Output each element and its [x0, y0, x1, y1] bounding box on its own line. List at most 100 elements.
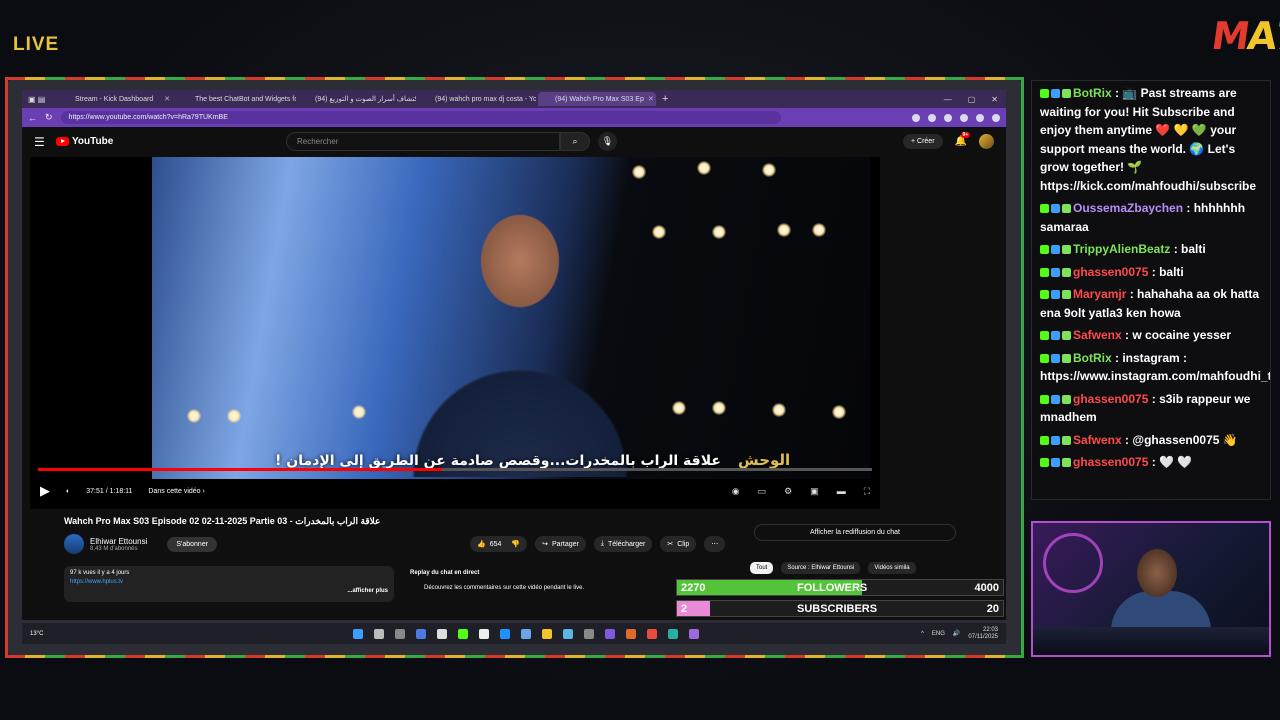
url-field[interactable]: https://www.youtube.com/watch?v=hRa79TUK… [60, 111, 781, 124]
more-actions-icon[interactable]: ⋯ [704, 536, 726, 552]
tab-2[interactable]: (94) إكتشاف أسرار الصوت و التوزيع✕ [298, 92, 416, 106]
close-icon[interactable]: ✕ [991, 95, 998, 104]
chat-username[interactable]: Maryamjr [1073, 287, 1126, 301]
tab-close-icon[interactable]: ✕ [648, 95, 654, 103]
replay-title: Replay du chat en direct [410, 570, 480, 576]
clock[interactable]: 22:03 07/11/2025 [968, 627, 998, 641]
app-icon[interactable] [479, 628, 490, 639]
app-icon[interactable] [626, 628, 637, 639]
studio-desk [1033, 627, 1269, 655]
chat-username[interactable]: Safwenx [1073, 328, 1122, 342]
tab-1[interactable]: The best ChatBot and Widgets fo✕ [178, 92, 296, 106]
search-icon[interactable]: ⌕ [560, 132, 590, 151]
filter-chip[interactable]: Vidéos simila [868, 562, 916, 574]
chat-username[interactable]: ghassen0075 [1073, 392, 1148, 406]
chat-username[interactable]: Safwenx [1073, 433, 1122, 447]
extension-icon[interactable] [960, 113, 968, 122]
show-more-link[interactable]: ...afficher plus [70, 587, 388, 596]
folder-icon[interactable] [542, 628, 553, 639]
chat-username[interactable]: BotRix [1073, 351, 1112, 365]
app-icon[interactable] [689, 628, 700, 639]
autoplay-toggle-icon[interactable]: ◉ [732, 486, 740, 497]
tray-chevron-icon[interactable]: ^ [921, 631, 924, 637]
avatar[interactable] [979, 134, 994, 149]
profile-icon[interactable] [992, 113, 1000, 122]
video-progress[interactable] [38, 468, 872, 471]
extension-icon[interactable] [944, 113, 952, 122]
thumbs-down-icon[interactable]: 👎 [511, 540, 520, 548]
tab-actions-icon[interactable]: ▣ ▤ [28, 95, 56, 104]
refresh-icon[interactable]: ↻ [45, 112, 53, 123]
app-icon[interactable] [668, 628, 679, 639]
youtube-logo[interactable]: YouTube [56, 136, 286, 147]
app-icon[interactable] [416, 628, 427, 639]
app-icon[interactable] [458, 628, 469, 639]
notifications-icon[interactable]: 🔔 9+ [955, 132, 971, 147]
filter-chip[interactable]: Tout [750, 562, 774, 574]
video-player[interactable]: علاقة الراب بالمخدرات...وقصص صادمة عن ال… [30, 157, 880, 509]
back-icon[interactable]: ← [28, 113, 37, 123]
chapter-button[interactable]: Dans cette vidéo › [148, 488, 204, 495]
description-link[interactable]: https://www.hplus.tv [70, 579, 123, 585]
channel-name[interactable]: Elhiwar Ettounsi [90, 537, 147, 546]
tab-0[interactable]: Stream - Kick Dashboard ✕ [58, 92, 176, 106]
app-icon[interactable] [584, 628, 595, 639]
app-icon[interactable] [563, 628, 574, 639]
download-button[interactable]: ⤓ Télécharger [593, 536, 653, 552]
badge-icon [1062, 435, 1071, 445]
followers-current: 2270 [681, 582, 706, 594]
start-icon[interactable] [353, 628, 364, 639]
badge-icon [1062, 89, 1071, 98]
chat-username[interactable]: BotRix [1073, 86, 1112, 100]
extension-icon[interactable] [928, 113, 936, 122]
maximize-icon[interactable]: ▢ [968, 95, 976, 104]
chat-replay-button[interactable]: Afficher la rediffusion du chat [754, 524, 956, 541]
minimize-icon[interactable]: — [944, 95, 952, 104]
clip-button[interactable]: ✂ Clip [660, 536, 697, 552]
subscribe-button[interactable]: S'abonner [167, 536, 218, 552]
settings-icon[interactable]: ⚙ [784, 486, 792, 497]
miniplayer-icon[interactable]: ▣ [810, 486, 819, 497]
description-box[interactable]: 97 k vues il y a 4 jours https://www.hpl… [64, 566, 394, 602]
language-indicator[interactable]: ENG [932, 631, 945, 637]
menu-icon[interactable]: ☰ [34, 135, 56, 149]
new-tab-icon[interactable]: + [662, 93, 668, 105]
filter-chip[interactable]: Source : Elhiwar Ettounsi [781, 562, 861, 574]
volume-icon[interactable]: ◐ [66, 488, 70, 495]
tab-4[interactable]: (94) Wahch Pro Max S03 Ep ✕ [538, 92, 656, 106]
weather-widget[interactable]: 13°C [30, 631, 43, 637]
badge-icon [1040, 267, 1049, 277]
edge-icon[interactable] [500, 628, 511, 639]
video-subtitle: علاقة الراب بالمخدرات...وقصص صادمة عن ال… [275, 453, 721, 469]
theater-icon[interactable]: ▬ [837, 486, 846, 497]
search-input[interactable]: Rechercher [286, 132, 560, 151]
chat-message: Maryamjr : hahahaha aa ok hatta ena 9olt… [1040, 285, 1262, 322]
discord-icon[interactable] [605, 628, 616, 639]
app-icon[interactable] [437, 628, 448, 639]
microphone-icon[interactable]: 🎙 [598, 132, 617, 151]
extension-icon[interactable] [976, 113, 984, 122]
search-icon[interactable] [374, 628, 385, 639]
chat-username[interactable]: ghassen0075 [1073, 455, 1148, 469]
badge-icon [1051, 204, 1060, 213]
channel-row: Elhiwar Ettounsi 8,43 M d'abonnés S'abon… [64, 534, 218, 554]
fullscreen-icon[interactable]: ⛶ [864, 486, 870, 497]
channel-avatar[interactable] [64, 534, 84, 554]
extension-icon[interactable] [912, 113, 920, 122]
app-icon[interactable] [521, 628, 532, 639]
create-button[interactable]: + Créer [902, 134, 943, 149]
chat-username[interactable]: ghassen0075 [1073, 265, 1148, 279]
like-button[interactable]: 👍 654 👎 [470, 536, 528, 552]
task-view-icon[interactable] [395, 628, 406, 639]
chat-username[interactable]: TrippyAlienBeatz [1073, 242, 1170, 256]
chrome-icon[interactable] [647, 628, 658, 639]
volume-icon[interactable]: 🔊 [953, 630, 960, 637]
chat-badges [1040, 204, 1071, 213]
captions-icon[interactable]: ▭ [758, 486, 767, 497]
chat-username[interactable]: OussemaZbaychen [1073, 201, 1183, 215]
tab-3[interactable]: (94) wahch pro max dj costa - Yo✕ [418, 92, 536, 106]
play-icon[interactable]: ▶ [40, 483, 50, 499]
share-button[interactable]: ↪ Partager [535, 536, 586, 552]
tab-close-icon[interactable]: ✕ [164, 95, 170, 103]
badge-icon [1062, 458, 1071, 467]
